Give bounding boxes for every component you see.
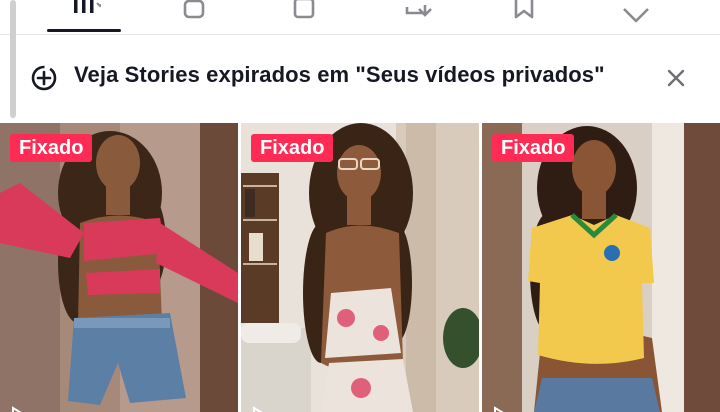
- video-thumbnail[interactable]: Fixado: [482, 123, 720, 412]
- play-icon: [253, 406, 263, 412]
- tab-videos[interactable]: [54, 0, 114, 26]
- add-story-icon: [31, 65, 57, 91]
- view-count: [492, 406, 508, 412]
- play-icon: [12, 406, 22, 412]
- tab-reposts[interactable]: [386, 0, 446, 26]
- banner-text: Veja Stories expirados em "Seus vídeos p…: [74, 62, 605, 87]
- view-count: [10, 406, 26, 412]
- active-tab-indicator: [47, 29, 121, 32]
- video-grid: Fixado Fixado Fixado: [0, 123, 720, 412]
- tab-liked[interactable]: [606, 0, 666, 26]
- video-thumbnail[interactable]: Fixado: [0, 123, 238, 412]
- tab-shop[interactable]: [274, 0, 334, 26]
- tab-favorites[interactable]: [494, 0, 554, 26]
- video-3-image: [482, 123, 720, 412]
- heart-icon: [623, 8, 649, 23]
- video-1-image: [0, 123, 238, 412]
- play-icon: [494, 406, 504, 412]
- expired-stories-banner: Veja Stories expirados em "Seus vídeos p…: [0, 40, 720, 116]
- close-icon[interactable]: [662, 64, 690, 92]
- grid-icon: [74, 0, 101, 13]
- pinned-badge: Fixado: [10, 134, 93, 162]
- repost-icon: [405, 5, 432, 17]
- lock-icon: [183, 0, 205, 19]
- video-thumbnail[interactable]: Fixado: [241, 123, 479, 412]
- box-icon: [293, 0, 315, 19]
- view-count: [251, 406, 267, 412]
- tab-private[interactable]: [164, 0, 224, 26]
- video-2-image: [241, 123, 479, 412]
- bookmark-icon: [514, 0, 534, 19]
- pinned-badge: Fixado: [251, 134, 334, 162]
- pinned-badge: Fixado: [492, 134, 575, 162]
- profile-tab-bar: [0, 0, 720, 35]
